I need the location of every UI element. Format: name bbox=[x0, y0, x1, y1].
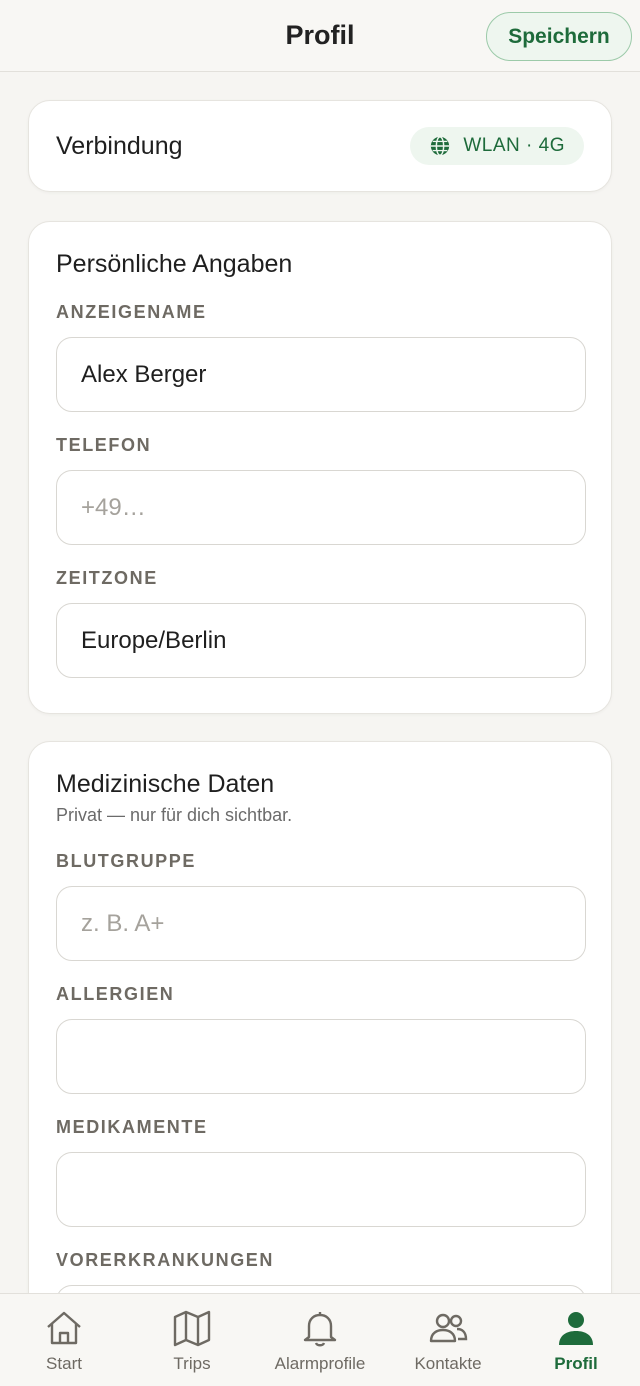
blood-type-label: BLUTGRUPPE bbox=[56, 851, 197, 871]
connection-status-text: WLAN · 4G bbox=[463, 135, 565, 156]
home-icon bbox=[47, 1311, 81, 1345]
app-root: Profil Speichern Verbindung WLAN · 4G Pe… bbox=[0, 0, 640, 1386]
nav-label-profil: Profil bbox=[554, 1354, 598, 1373]
nav-item-trips[interactable]: Trips bbox=[128, 1308, 256, 1374]
connection-status-badge: WLAN · 4G bbox=[410, 127, 584, 165]
map-icon bbox=[173, 1310, 211, 1347]
timezone-input[interactable]: Europe/Berlin bbox=[56, 603, 586, 678]
globe-icon bbox=[431, 136, 450, 156]
allergies-label: ALLERGIEN bbox=[56, 984, 175, 1004]
header: Profil Speichern bbox=[0, 0, 640, 72]
medical-section-subtitle: Privat — nur für dich sichtbar. bbox=[56, 805, 293, 825]
nav-label-start: Start bbox=[46, 1354, 82, 1373]
bell-icon bbox=[303, 1312, 337, 1347]
personal-info-card: Persönliche Angaben ANZEIGENAME Alex Ber… bbox=[28, 221, 612, 714]
connection-card: Verbindung WLAN · 4G bbox=[28, 100, 612, 192]
nav-label-kontakte: Kontakte bbox=[414, 1354, 482, 1373]
content-scroll[interactable]: Verbindung WLAN · 4G Persönliche Angaben… bbox=[0, 73, 640, 1293]
nav-item-kontakte[interactable]: Kontakte bbox=[384, 1308, 512, 1374]
allergies-input[interactable] bbox=[56, 1019, 586, 1094]
phone-label: TELEFON bbox=[56, 435, 152, 455]
medical-data-card: Medizinische Daten Privat — nur für dich… bbox=[28, 741, 612, 1293]
display-name-label: ANZEIGENAME bbox=[56, 302, 207, 322]
nav-item-start[interactable]: Start bbox=[0, 1308, 128, 1374]
connection-label: Verbindung bbox=[56, 131, 183, 160]
preconditions-label: VORERKRANKUNGEN bbox=[56, 1250, 275, 1270]
medications-input[interactable] bbox=[56, 1152, 586, 1227]
personal-section-title: Persönliche Angaben bbox=[56, 250, 293, 278]
nav-item-profil[interactable]: Profil bbox=[512, 1308, 640, 1374]
medications-label: MEDIKAMENTE bbox=[56, 1117, 208, 1137]
blood-type-input[interactable]: z. B. A+ bbox=[56, 886, 586, 961]
preconditions-input[interactable] bbox=[56, 1285, 586, 1293]
page-title: Profil bbox=[285, 20, 355, 50]
nav-label-trips: Trips bbox=[173, 1354, 211, 1373]
nav-item-alarmprofile[interactable]: Alarmprofile bbox=[256, 1308, 384, 1374]
phone-input[interactable]: +49… bbox=[56, 470, 586, 545]
medical-section-title: Medizinische Daten bbox=[56, 770, 275, 798]
display-name-input[interactable]: Alex Berger bbox=[56, 337, 586, 412]
people-icon bbox=[429, 1313, 468, 1343]
nav-label-alarmprofile: Alarmprofile bbox=[274, 1354, 366, 1373]
person-icon bbox=[559, 1312, 593, 1345]
timezone-label: ZEITZONE bbox=[56, 568, 158, 588]
bottom-nav: Start Trips Alarmprofile Kontakte Profil bbox=[0, 1293, 640, 1386]
save-button[interactable]: Speichern bbox=[486, 12, 632, 61]
